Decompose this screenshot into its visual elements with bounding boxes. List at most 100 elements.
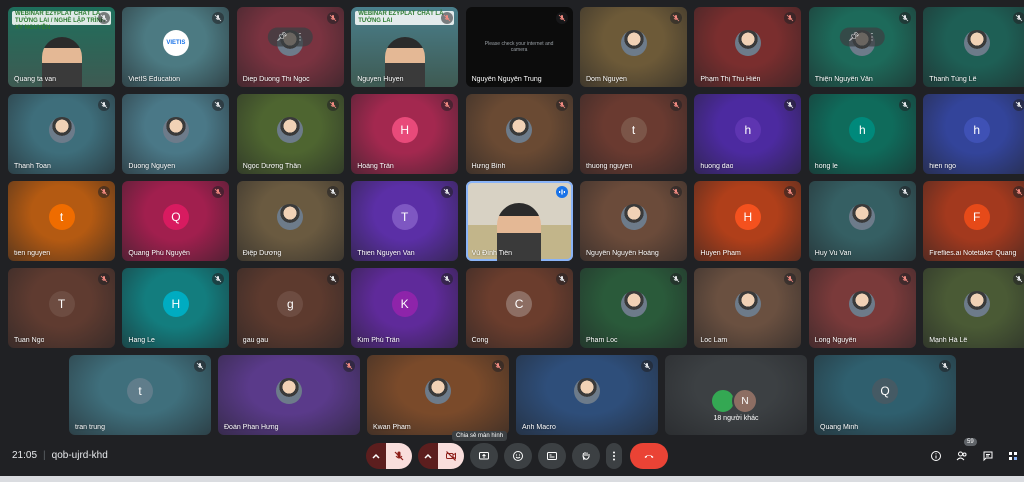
participant-tile[interactable]: K Kim Phú Trần	[351, 268, 459, 348]
participant-tile[interactable]: Mạnh Hà Lê	[923, 268, 1024, 348]
participant-tile[interactable]: Q Quang Minh	[814, 355, 956, 435]
avatar-initial: H	[391, 117, 418, 143]
participant-tile[interactable]: VIETIS VietIS Education	[122, 7, 230, 87]
more-vert-icon[interactable]: ⋮	[296, 32, 305, 43]
mic-muted-icon	[555, 99, 568, 111]
meeting-details-button[interactable]	[926, 443, 946, 469]
tile-hover-controls[interactable]: 📌︎ ⋮	[268, 27, 313, 47]
leave-call-button[interactable]	[630, 443, 668, 469]
participant-tile[interactable]: Ngọc Dương Thân	[236, 94, 344, 174]
participant-name: Long Nguyễn	[814, 337, 857, 344]
people-button[interactable]	[952, 443, 972, 469]
participant-tile[interactable]: Phạm Thị Thu Hiền	[694, 7, 802, 87]
separator: |	[43, 450, 46, 461]
camera-button[interactable]	[438, 443, 464, 469]
participant-name: tien nguyen	[14, 250, 51, 257]
participant-name: Nguyễn Nguyễn Hoàng	[586, 250, 659, 257]
participant-tile[interactable]: H Hoàng Trần	[351, 94, 459, 174]
hand-icon	[582, 452, 590, 461]
mic-on-icon	[194, 360, 206, 372]
participant-tile[interactable]: T Tuan Ngo	[8, 268, 115, 348]
chat-icon	[983, 451, 993, 462]
mic-off-icon	[394, 451, 404, 461]
participant-tile[interactable]: Loc Lam	[694, 268, 802, 348]
participant-tile[interactable]: Vũ Đình Tiến	[465, 181, 573, 261]
mic-on-icon	[898, 99, 911, 111]
emoji-reaction-button[interactable]	[504, 443, 532, 469]
more-vert-icon[interactable]: ⋮	[868, 32, 877, 43]
participant-tile[interactable]: Điệp Dương	[236, 181, 344, 261]
participant-name: Fireflies.ai Notetaker Quang	[929, 250, 1017, 257]
avatar-initial: t	[620, 117, 647, 143]
participant-name: Dom Nguyen	[586, 76, 627, 83]
pin-icon[interactable]: 📌︎	[848, 32, 859, 43]
participant-tile[interactable]: Anh Macro	[516, 355, 658, 435]
mic-on-icon	[555, 273, 568, 285]
mic-on-icon	[212, 12, 225, 24]
participant-tile[interactable]: t tran trung	[69, 355, 211, 435]
chat-button[interactable]	[978, 443, 998, 469]
participant-tile[interactable]: H Hang Le	[122, 268, 230, 348]
avatar	[162, 117, 189, 143]
participant-tile[interactable]: h hong le	[808, 94, 916, 174]
avatar-initial: g	[277, 291, 304, 317]
mic-on-icon	[441, 273, 454, 285]
mic-on-icon	[1013, 12, 1024, 24]
mic-muted-icon	[326, 12, 339, 24]
audio-options-button[interactable]	[366, 443, 386, 469]
participant-tile[interactable]: WEBINAR EZYPLAT CHẤT LÀ TƯỜNG LAI / NGHỀ…	[8, 7, 115, 87]
mic-on-icon	[326, 186, 339, 198]
participant-tile[interactable]: Đoàn Phan Hưng	[218, 355, 360, 435]
participant-tile[interactable]: WEBINAR EZYPLAT CHẤT LÀ TƯỜNG LAI Nguyen …	[351, 7, 459, 87]
present-screen-button[interactable]	[470, 443, 498, 469]
captions-button[interactable]	[538, 443, 566, 469]
participant-tile[interactable]: Duong Nguyen	[122, 94, 230, 174]
avatar-initial: F	[963, 204, 990, 230]
participant-name: Thien Nguyen Van	[357, 250, 415, 257]
microphone-button[interactable]	[386, 443, 412, 469]
participant-tile[interactable]: F Fireflies.ai Notetaker Quang	[923, 181, 1024, 261]
participant-tile[interactable]: h huong dao	[694, 94, 802, 174]
participant-name: VietIS Education	[128, 76, 181, 83]
participant-tile[interactable]: Please check your internet and camera Ngu…	[465, 7, 573, 87]
participant-tile[interactable]: Kwan Pham	[367, 355, 509, 435]
avatar	[276, 378, 302, 404]
share-screen-tooltip: Chia sẻ màn hình	[452, 431, 508, 441]
participant-tile[interactable]: Q Quang Phú Nguyễn	[122, 181, 230, 261]
participant-tile[interactable]: C Cong	[465, 268, 573, 348]
participant-tile[interactable]: Thanh Toan	[8, 94, 115, 174]
mic-muted-icon	[326, 99, 339, 111]
emoji-icon	[513, 451, 523, 461]
video-options-button[interactable]	[418, 443, 438, 469]
participant-tile[interactable]: H Huyen Pham	[694, 181, 802, 261]
participant-tile[interactable]: N 18 người khác	[665, 355, 807, 435]
participant-tile[interactable]: t thuong nguyen	[580, 94, 687, 174]
participant-tile[interactable]: Nguyễn Nguyễn Hoàng	[580, 181, 687, 261]
participant-tile[interactable]: Long Nguyễn	[808, 268, 916, 348]
raise-hand-button[interactable]	[572, 443, 600, 469]
tile-hover-controls[interactable]: 📌︎ ⋮	[840, 27, 885, 47]
people-icon	[956, 451, 967, 461]
mic-on-icon	[212, 273, 225, 285]
participant-tile[interactable]: t tien nguyen	[8, 181, 115, 261]
participant-tile[interactable]: Pham Loc	[580, 268, 687, 348]
mic-muted-icon	[492, 360, 504, 372]
participant-tile[interactable]: 📌︎ ⋮ Diep Duong Thi Ngoc	[236, 7, 344, 87]
participant-tile[interactable]: h hien ngo	[923, 94, 1024, 174]
participant-tile[interactable]: Dom Nguyen	[580, 7, 687, 87]
participant-tile[interactable]: g gau gau	[236, 268, 344, 348]
participant-tile[interactable]: Thanh Tùng Lê	[923, 7, 1024, 87]
participant-tile[interactable]: 📌︎ ⋮ Thiện Nguyễn Văn	[808, 7, 916, 87]
pin-icon[interactable]: 📌︎	[276, 32, 287, 43]
video-banner-text: WEBINAR EZYPLAT CHẤT LÀ TƯỜNG LAI / NGHỀ…	[12, 11, 111, 31]
avatar	[48, 117, 75, 143]
participant-tile[interactable]: T Thien Nguyen Van	[351, 181, 459, 261]
activities-button[interactable]	[1004, 443, 1022, 469]
participant-tile[interactable]: Huy Vu Van	[808, 181, 916, 261]
participant-tile[interactable]: Hưng Bình	[465, 94, 573, 174]
mic-on-icon	[670, 273, 682, 285]
mic-muted-icon	[670, 186, 682, 198]
apps-icon	[1009, 452, 1017, 460]
people-count-badge: 59	[964, 438, 977, 446]
more-options-button[interactable]	[606, 443, 622, 469]
